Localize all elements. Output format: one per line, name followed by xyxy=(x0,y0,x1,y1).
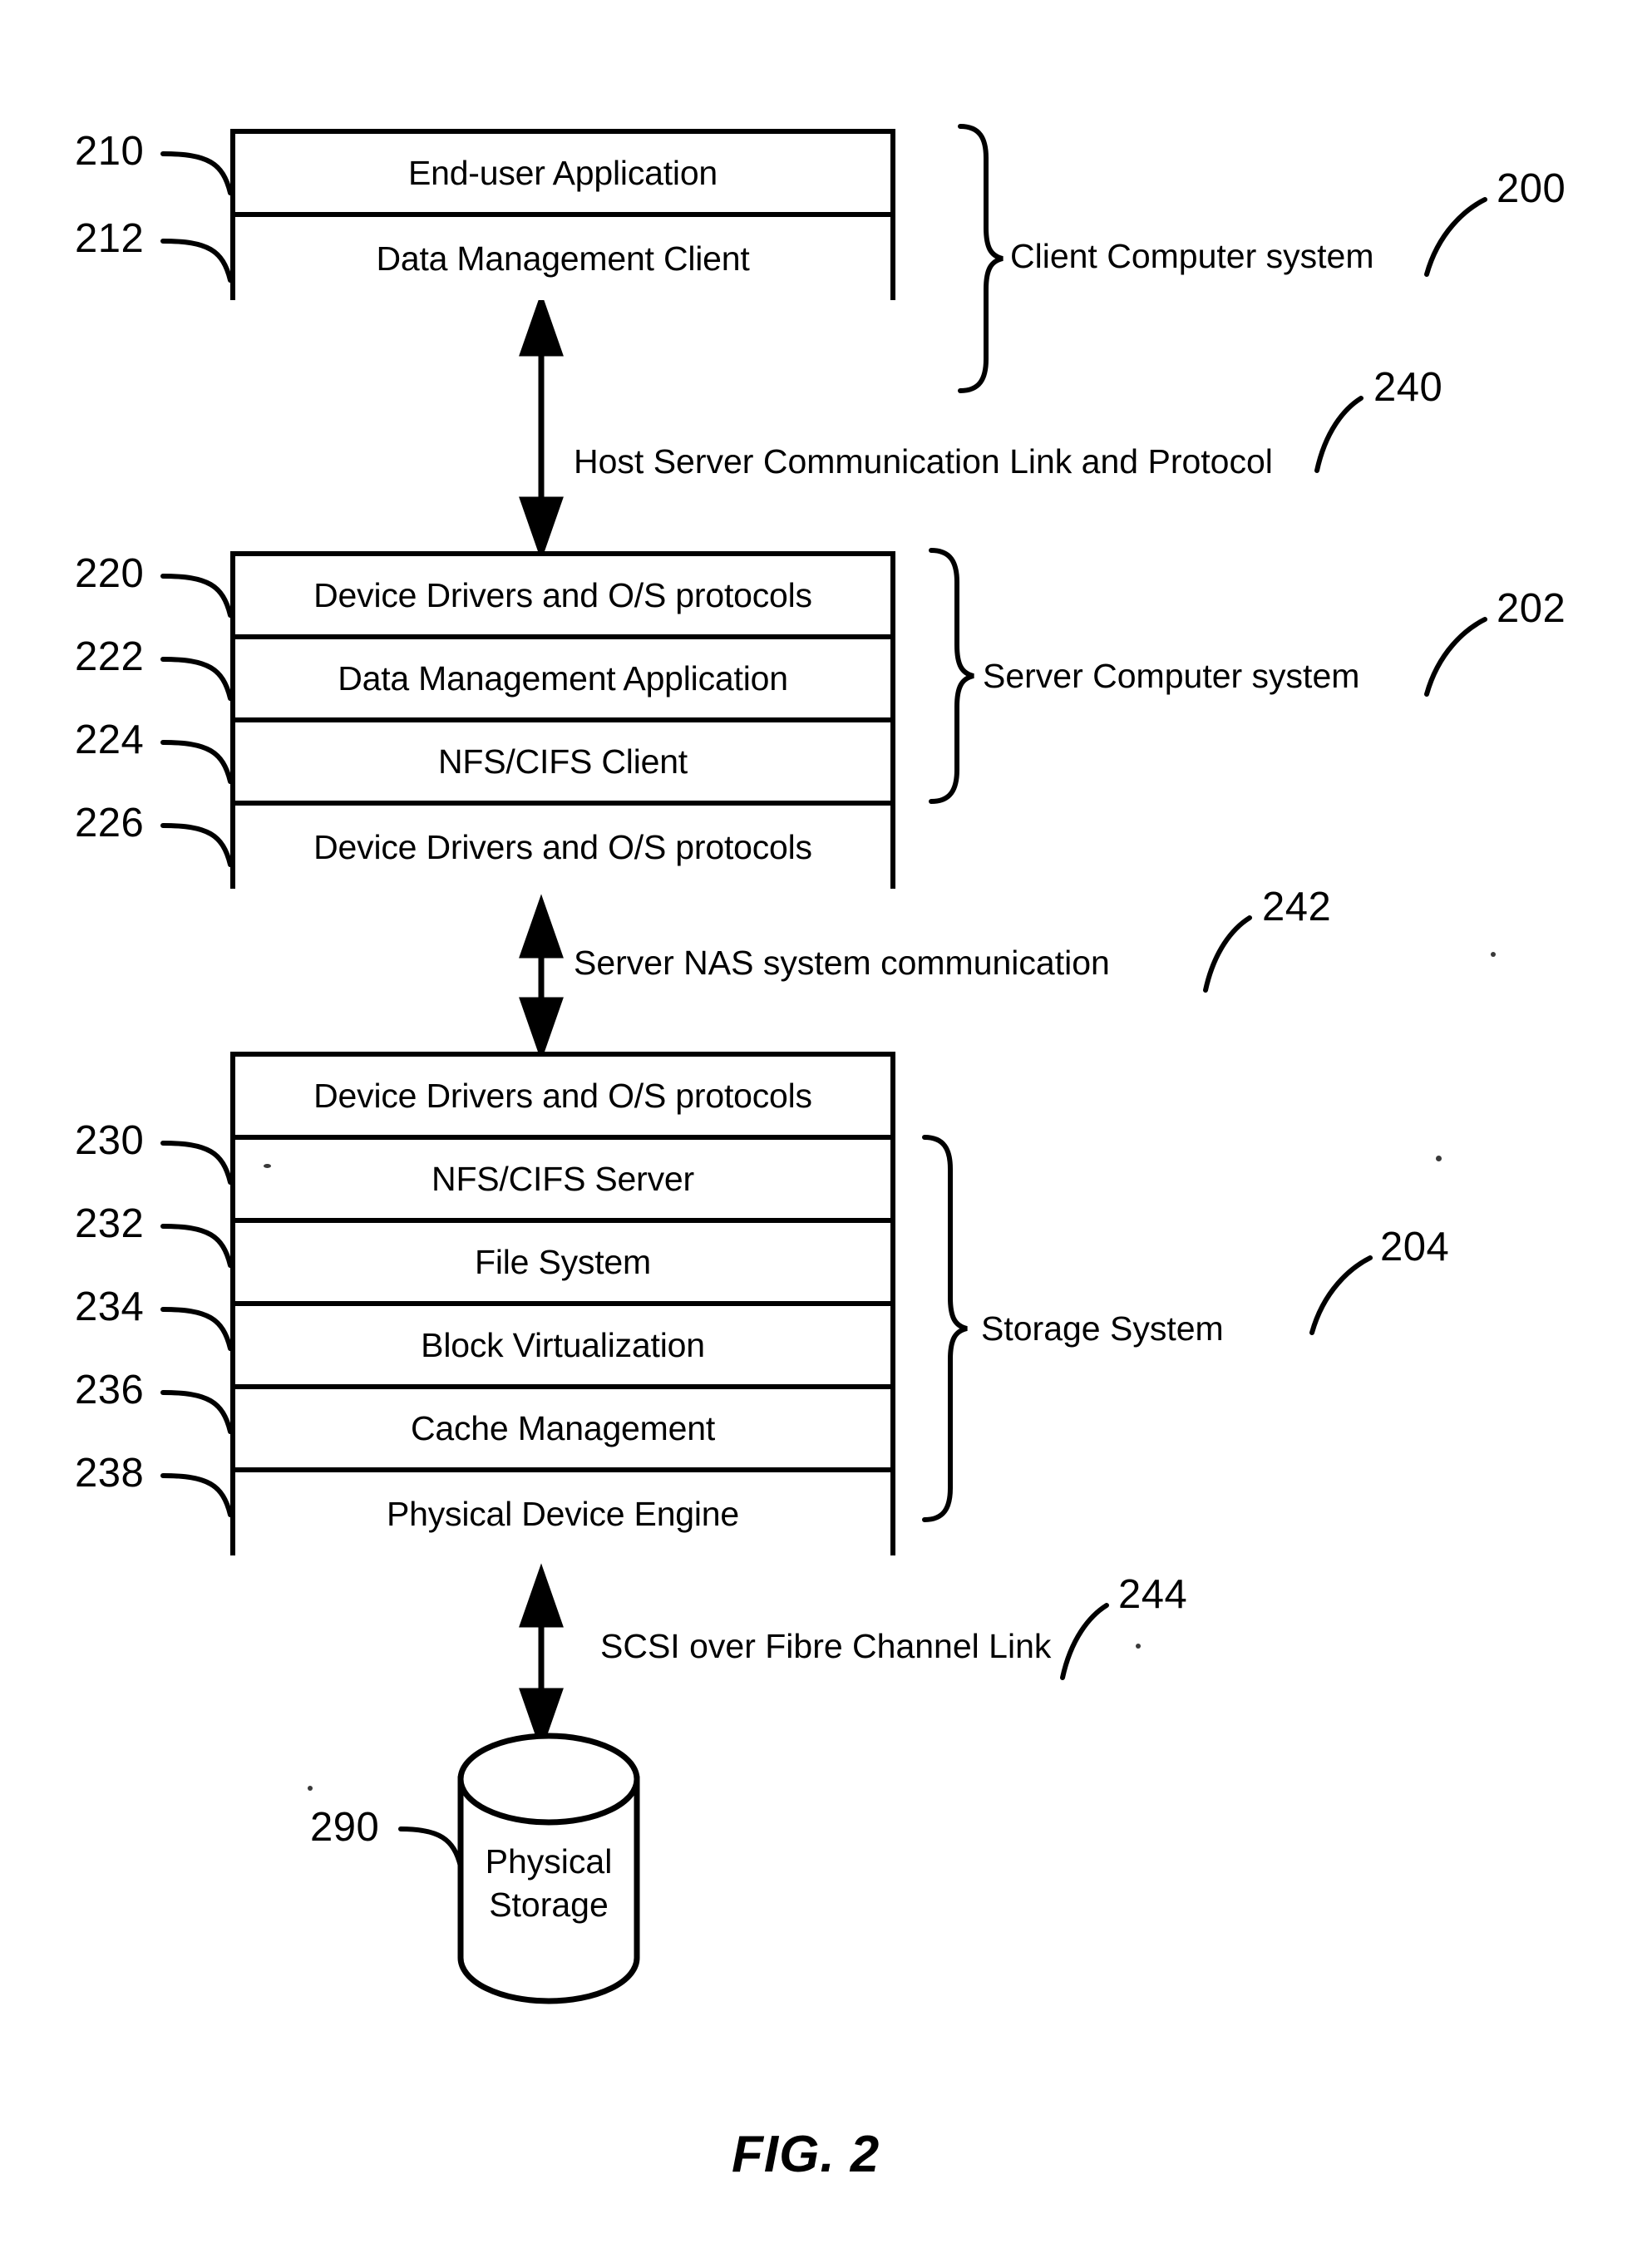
ref-number-200: 200 xyxy=(1497,166,1566,211)
ref-number-244: 244 xyxy=(1118,1572,1188,1617)
layer-nfs-cifs-client[interactable]: NFS/CIFS Client xyxy=(235,722,890,806)
storage-system-stack: Device Drivers and O/S protocols NFS/CIF… xyxy=(230,1052,895,1555)
scan-speckle xyxy=(264,1164,271,1168)
client-system-stack: End-user Application Data Management Cli… xyxy=(230,129,895,300)
ref-number-234: 234 xyxy=(75,1284,145,1329)
layer-end-user-application[interactable]: End-user Application xyxy=(235,134,890,217)
ref-number-236: 236 xyxy=(75,1368,145,1412)
brace-label-client-computer-system: Client Computer system xyxy=(1010,237,1374,275)
arrow-head-244-down xyxy=(519,1688,564,1752)
layer-label: Block Virtualization xyxy=(421,1325,705,1364)
link-label-scsi-over-fibre-channel: SCSI over Fibre Channel Link xyxy=(600,1627,1052,1665)
layer-label: Cache Management xyxy=(410,1408,716,1447)
link-label-server-nas-system-communication: Server NAS system communication xyxy=(574,944,1110,982)
ref-number-204: 204 xyxy=(1380,1225,1450,1269)
arrow-head-244-up xyxy=(519,1563,564,1628)
leader-244 xyxy=(1060,1603,1109,1680)
leader-232 xyxy=(160,1224,233,1268)
leader-240 xyxy=(1314,396,1364,473)
layer-label: File System xyxy=(475,1242,651,1281)
layer-physical-device-engine[interactable]: Physical Device Engine xyxy=(235,1472,890,1555)
layer-label: Device Drivers and O/S protocols xyxy=(313,575,812,614)
leader-226 xyxy=(160,823,233,867)
layer-file-system[interactable]: File System xyxy=(235,1223,890,1306)
leader-202 xyxy=(1424,617,1487,697)
leader-224 xyxy=(160,740,233,784)
ref-number-238: 238 xyxy=(75,1451,145,1496)
brace-label-storage-system: Storage System xyxy=(981,1309,1224,1348)
arrow-head-240-up xyxy=(519,292,564,357)
layer-label: Device Drivers and O/S protocols xyxy=(313,827,812,866)
layer-label: Data Management Client xyxy=(376,239,750,278)
layer-device-drivers-os-protocols-top[interactable]: Device Drivers and O/S protocols xyxy=(235,556,890,639)
layer-device-drivers-os-protocols-bottom[interactable]: Device Drivers and O/S protocols xyxy=(235,806,890,889)
layer-cache-management[interactable]: Cache Management xyxy=(235,1389,890,1472)
ref-number-224: 224 xyxy=(75,717,145,762)
leader-210 xyxy=(160,151,233,195)
layer-label: NFS/CIFS Client xyxy=(438,742,688,781)
figure-caption: FIG. 2 xyxy=(732,2126,880,2183)
scan-speckle xyxy=(1491,952,1496,957)
leader-234 xyxy=(160,1307,233,1351)
brace-label-server-computer-system: Server Computer system xyxy=(983,657,1360,695)
leader-222 xyxy=(160,657,233,701)
leader-242 xyxy=(1203,915,1252,993)
brace-client xyxy=(958,124,1004,393)
scan-speckle xyxy=(308,1786,313,1791)
leader-204 xyxy=(1309,1255,1373,1335)
layer-block-virtualization[interactable]: Block Virtualization xyxy=(235,1306,890,1389)
leader-236 xyxy=(160,1390,233,1434)
ref-number-232: 232 xyxy=(75,1201,145,1246)
leader-220 xyxy=(160,574,233,618)
ref-number-222: 222 xyxy=(75,634,145,679)
layer-label: Device Drivers and O/S protocols xyxy=(313,1076,812,1115)
scan-speckle xyxy=(1136,1644,1141,1649)
ref-number-212: 212 xyxy=(75,216,145,261)
brace-storage xyxy=(922,1135,968,1522)
ref-number-290: 290 xyxy=(310,1805,380,1850)
ref-number-240: 240 xyxy=(1373,365,1443,410)
arrow-head-242-up xyxy=(519,894,564,959)
layer-nfs-cifs-server[interactable]: NFS/CIFS Server xyxy=(235,1140,890,1223)
leader-238 xyxy=(160,1473,233,1517)
layer-label: Physical Device Engine xyxy=(386,1494,740,1533)
server-system-stack: Device Drivers and O/S protocols Data Ma… xyxy=(230,551,895,889)
link-label-host-server-communication: Host Server Communication Link and Proto… xyxy=(574,442,1273,481)
scan-speckle xyxy=(1436,1156,1442,1161)
leader-212 xyxy=(160,239,233,283)
layer-data-management-client[interactable]: Data Management Client xyxy=(235,217,890,300)
ref-number-226: 226 xyxy=(75,801,145,845)
layer-label: NFS/CIFS Server xyxy=(431,1159,694,1198)
ref-number-220: 220 xyxy=(75,551,145,596)
leader-230 xyxy=(160,1141,233,1185)
brace-server xyxy=(929,548,974,804)
layer-label: End-user Application xyxy=(407,153,718,192)
arrow-head-240-down xyxy=(519,496,564,561)
ref-number-242: 242 xyxy=(1262,885,1332,929)
layer-label: Data Management Application xyxy=(338,658,788,698)
leader-200 xyxy=(1424,197,1487,277)
leader-290 xyxy=(398,1826,463,1869)
arrow-head-242-down xyxy=(519,997,564,1062)
physical-storage-line2: Storage xyxy=(489,1886,609,1924)
layer-data-management-application[interactable]: Data Management Application xyxy=(235,639,890,722)
ref-number-202: 202 xyxy=(1497,586,1566,631)
ref-number-230: 230 xyxy=(75,1118,145,1163)
physical-storage-label-group[interactable]: Physical Storage xyxy=(461,1841,637,1941)
ref-number-210: 210 xyxy=(75,129,145,174)
layer-device-drivers-os-protocols-storage[interactable]: Device Drivers and O/S protocols xyxy=(235,1057,890,1140)
patent-figure-2: End-user Application Data Management Cli… xyxy=(0,0,1652,2243)
physical-storage-line1: Physical xyxy=(485,1842,613,1881)
